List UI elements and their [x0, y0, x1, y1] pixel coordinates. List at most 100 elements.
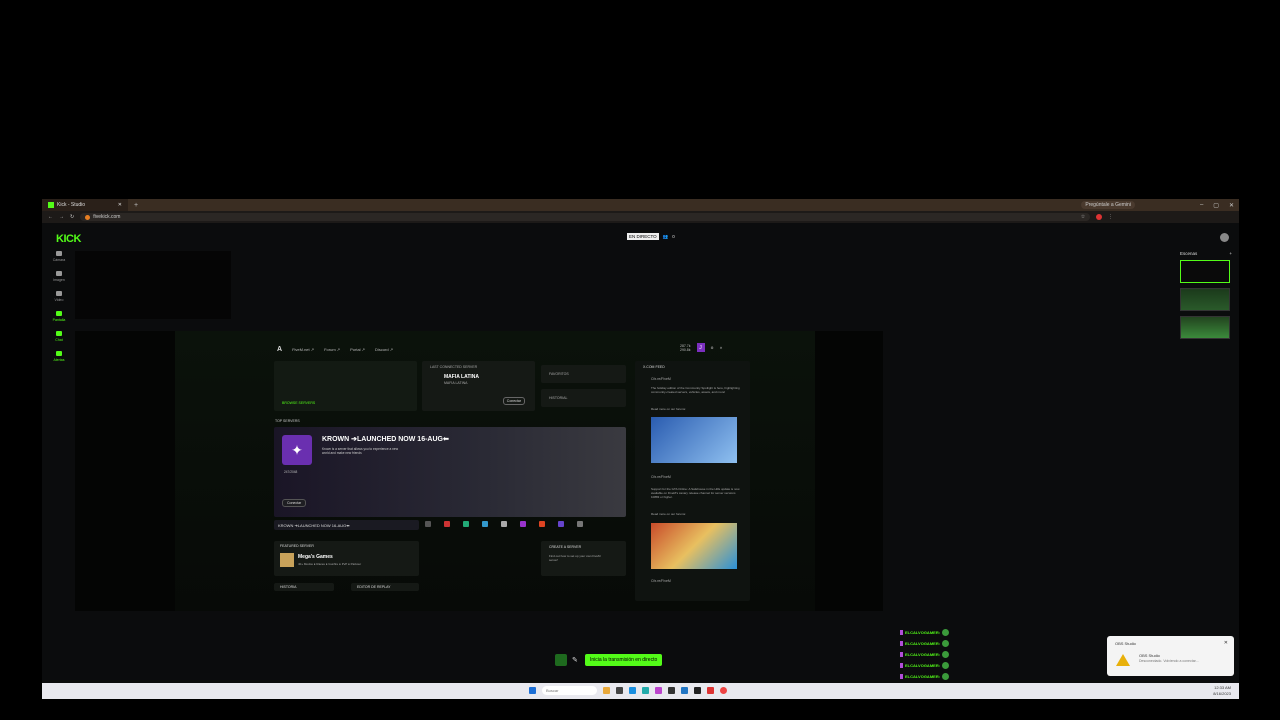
app-icon[interactable]	[655, 687, 662, 694]
feed-link-1[interactable]: Read more on our forums:	[651, 407, 686, 411]
app-icon[interactable]	[707, 687, 714, 694]
avatar[interactable]	[1220, 233, 1229, 242]
app-icon[interactable]	[681, 687, 688, 694]
history-card[interactable]: HISTORIAL	[541, 389, 626, 407]
edit-icon[interactable]: ✎	[572, 656, 580, 664]
new-tab-button[interactable]: +	[128, 202, 144, 209]
windows-start-icon[interactable]	[529, 687, 536, 694]
badge-icon	[900, 674, 903, 679]
app-icon[interactable]	[603, 687, 610, 694]
server-icon[interactable]	[425, 521, 431, 527]
kick-logo[interactable]: KICK	[56, 233, 81, 245]
gemini-button[interactable]: Pregúntale a Gemini	[1081, 201, 1135, 209]
fivem-user-area: 287.7k 290.8k J ⚙ ✕	[680, 343, 723, 352]
camera-preview[interactable]	[75, 251, 231, 319]
live-badge: EN DIRECTO	[627, 233, 659, 240]
app-icon[interactable]	[694, 687, 701, 694]
last-server-sub: MAFIA LATINA	[444, 381, 468, 385]
historia-tab[interactable]: HISTORIA	[274, 583, 334, 591]
user-avatar[interactable]: J	[696, 343, 705, 352]
clock-date[interactable]: 8/16/2023	[1213, 691, 1231, 697]
server-icon[interactable]	[520, 521, 526, 527]
start-stream-button[interactable]: Inicia la transmisión en directo	[585, 654, 663, 666]
address-bar-row: ← → ↻ fivekick.com ☆ ⋮	[42, 211, 1239, 223]
settings-icon[interactable]: ⚙	[711, 346, 714, 350]
replay-editor-tab[interactable]: EDITOR DE REPLAY	[351, 583, 419, 591]
server-icon[interactable]	[539, 521, 545, 527]
server-icon[interactable]	[463, 521, 469, 527]
nav-video[interactable]: Video	[48, 291, 70, 302]
krown-connect-button[interactable]: Conectar	[282, 499, 307, 507]
add-scene-button[interactable]: +	[1229, 251, 1232, 256]
server-icon[interactable]	[577, 521, 583, 527]
krown-emblem-icon: ✦	[282, 435, 312, 465]
tab-kick-studio[interactable]: Kick - Studio ✕	[42, 199, 128, 211]
server-icon[interactable]	[444, 521, 450, 527]
player-stats: 287.7k 290.8k	[680, 343, 691, 352]
app-icon[interactable]	[629, 687, 636, 694]
maximize-icon[interactable]: ▢	[1208, 202, 1224, 209]
badge-icon	[900, 641, 903, 646]
obs-notification[interactable]: OBS Studio ✕ OBS Studio Desconectado. Vo…	[1107, 636, 1234, 676]
toast-close-icon[interactable]: ✕	[1224, 640, 1228, 646]
browse-servers-label: BROWSE SERVERS	[282, 401, 316, 405]
nav-camera[interactable]: Cámara	[48, 251, 70, 262]
app-icon[interactable]	[642, 687, 649, 694]
scene-2[interactable]	[1180, 288, 1230, 311]
server-icon[interactable]	[501, 521, 507, 527]
app-icon[interactable]	[616, 687, 623, 694]
favorites-label: FAVORITOS	[549, 372, 569, 376]
profile-icon[interactable]	[1096, 214, 1103, 220]
nav-screen[interactable]: Pantalla	[48, 311, 70, 322]
emote-icon	[942, 629, 950, 636]
chrome-icon[interactable]	[720, 687, 727, 694]
emote-icon	[942, 640, 950, 647]
nav-link-discord[interactable]: Discord ↗	[375, 347, 393, 352]
krown-server-banner[interactable]: ✦ KROWN ➔LAUNCHED NOW 16-AUG⬅ Krown is a…	[274, 427, 626, 517]
url-text: fivekick.com	[93, 214, 121, 220]
bookmark-star-icon[interactable]: ☆	[1081, 214, 1085, 220]
stream-canvas[interactable]: A FiveM.net ↗ Forum ↗ Portal ↗ Discord ↗…	[75, 331, 883, 611]
feed-link-2[interactable]: Read more on our forums:	[651, 512, 686, 516]
tab-bar: Kick - Studio ✕ + Pregúntale a Gemini – …	[42, 199, 1239, 211]
menu-icon[interactable]: ⋮	[1108, 214, 1113, 220]
close-tab-icon[interactable]: ✕	[118, 202, 122, 208]
mic-toggle[interactable]	[555, 654, 567, 666]
minimize-icon[interactable]: –	[1195, 202, 1208, 208]
site-info-icon[interactable]	[85, 214, 91, 220]
taskbar: Buscar 12:33 AM 8/16/2023	[42, 683, 1239, 699]
favorites-card[interactable]: FAVORITOS	[541, 365, 626, 383]
server-icon[interactable]	[558, 521, 564, 527]
krown-server-tab[interactable]: KROWN ➔LAUNCHED NOW 16-AUG⬅	[274, 520, 419, 530]
chat-message: ELCALVOGAMER:	[900, 649, 970, 660]
browser-window: Kick - Studio ✕ + Pregúntale a Gemini – …	[42, 199, 1239, 699]
create-desc: Find out how to set up your own FiveM se…	[549, 554, 601, 562]
app-icon[interactable]	[668, 687, 675, 694]
url-input[interactable]: fivekick.com ☆	[80, 213, 1091, 221]
krown-title: KROWN ➔LAUNCHED NOW 16-AUG⬅	[322, 436, 449, 443]
close-window-icon[interactable]: ✕	[1224, 202, 1239, 209]
nav-link-portal[interactable]: Portal ↗	[350, 347, 365, 352]
nav-alerts[interactable]: Alertas	[48, 351, 70, 362]
exit-icon[interactable]: ✕	[720, 346, 723, 350]
community-spotlight-image[interactable]	[651, 417, 737, 463]
scene-1[interactable]	[1180, 260, 1230, 283]
safehouse-hills-image[interactable]	[651, 523, 737, 569]
taskbar-search[interactable]: Buscar	[542, 686, 597, 695]
scenes-label: Escenas	[1180, 251, 1198, 256]
browse-servers-card[interactable]: BROWSE SERVERS	[274, 361, 417, 411]
image-icon	[56, 271, 62, 276]
last-connect-button[interactable]: Conectar	[502, 397, 525, 405]
server-icon[interactable]	[482, 521, 488, 527]
nav-link-fivem[interactable]: FiveM.net ↗	[292, 347, 314, 352]
create-server-card[interactable]: CREATE A SERVER Find out how to set up y…	[541, 541, 626, 576]
nav-image[interactable]: Imagen	[48, 271, 70, 282]
scene-3[interactable]	[1180, 316, 1230, 339]
screen-icon	[56, 311, 62, 316]
featured-server-card[interactable]: FEATURED SERVER Mega's Games 40+ Modos ●…	[274, 541, 419, 576]
reload-icon[interactable]: ↻	[70, 214, 74, 220]
forward-icon[interactable]: →	[59, 214, 64, 220]
back-icon[interactable]: ←	[48, 214, 53, 220]
nav-link-forum[interactable]: Forum ↗	[324, 347, 340, 352]
nav-chat[interactable]: Chat	[48, 331, 70, 342]
